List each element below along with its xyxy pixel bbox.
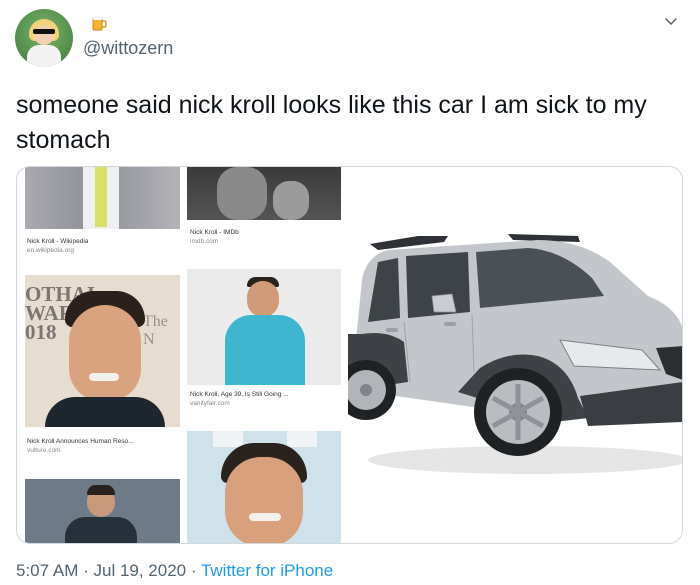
thumbnail-photo xyxy=(187,167,341,220)
thumbnail-caption: Nick Kroll - IMDb imdb.com xyxy=(190,229,239,245)
thumbnail-photo xyxy=(25,167,180,229)
chevron-down-icon[interactable] xyxy=(663,13,679,29)
thumbnail-caption: Nick Kroll, Age 39, Is Still Going ... v… xyxy=(190,391,289,407)
tweet-text: someone said nick kroll looks like this … xyxy=(16,91,647,154)
thumbnail-photo xyxy=(187,431,341,543)
tweet-client-link[interactable]: Twitter for iPhone xyxy=(201,561,333,580)
tweet-media[interactable]: Nick Kroll - Wikipedia en.wikipedia.org … xyxy=(16,166,683,544)
thumbnail-photo: OTHAI WARD 018 The N xyxy=(25,275,180,427)
tweet: @wittozern someone said nick kroll looks… xyxy=(0,0,700,585)
thumbnail-caption: Nick Kroll Announces Human Reso... vultu… xyxy=(27,438,134,454)
thumbnail-caption: Nick Kroll - Wikipedia en.wikipedia.org xyxy=(27,238,89,254)
tweet-time[interactable]: 5:07 AM xyxy=(16,561,78,580)
avatar[interactable] xyxy=(15,9,73,67)
tweet-timestamp-footer: 5:07 AM · Jul 19, 2020 · Twitter for iPh… xyxy=(16,561,334,580)
thumbnail-photo xyxy=(25,479,180,543)
beer-mug-icon xyxy=(92,16,107,31)
car-image xyxy=(348,234,682,474)
tweet-date[interactable]: Jul 19, 2020 xyxy=(93,561,186,580)
user-handle[interactable]: @wittozern xyxy=(83,38,173,59)
thumbnail-photo xyxy=(187,269,341,385)
